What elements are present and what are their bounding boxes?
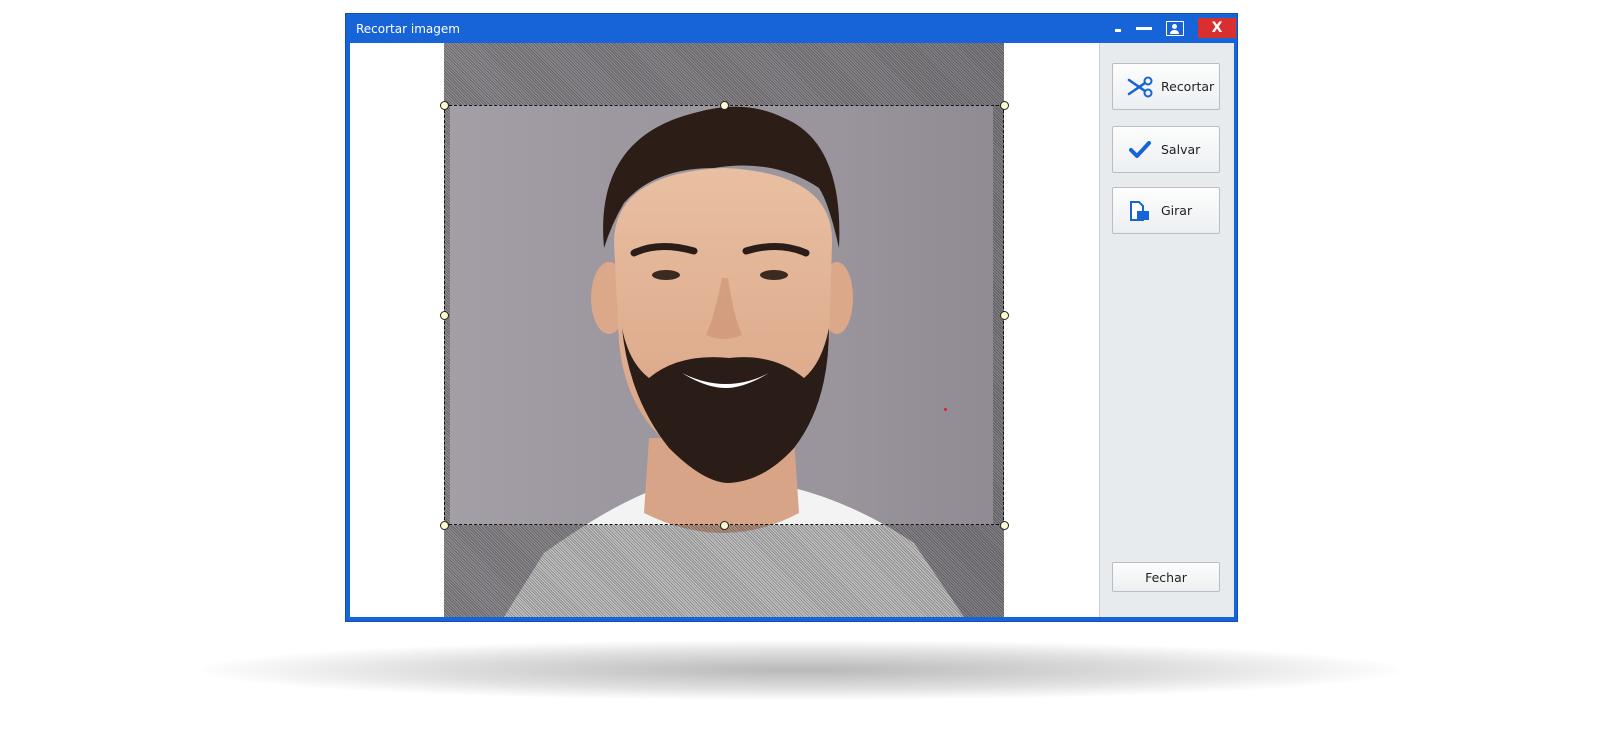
crop-overlay-top [444,43,1004,105]
crop-handle-top-left[interactable] [440,101,449,110]
image-canvas[interactable] [350,43,1099,617]
crop-selection[interactable] [444,105,1004,525]
rotate-icon [1127,198,1153,224]
action-sidebar: Recortar Salvar Girar Fechar [1099,43,1234,617]
user-card-icon[interactable] [1164,18,1186,38]
crop-handle-top-right[interactable] [1000,101,1009,110]
title-bar[interactable]: Recortar imagem X [346,14,1237,43]
girar-button[interactable]: Girar [1112,187,1220,234]
crop-handle-top[interactable] [720,101,729,110]
crop-handle-left[interactable] [440,311,449,320]
crop-handle-bottom-right[interactable] [1000,521,1009,530]
salvar-button[interactable]: Salvar [1112,126,1220,173]
window-shadow [200,640,1400,700]
crop-image-window: Recortar imagem X Recortar Salvar Girar … [346,14,1237,621]
fechar-label: Fechar [1145,569,1187,585]
check-icon [1127,137,1153,163]
crop-handle-bottom[interactable] [720,521,729,530]
crop-overlay-bottom [444,525,1004,617]
close-button[interactable]: X [1198,18,1236,38]
crop-handle-right[interactable] [1000,311,1009,320]
crop-handle-bottom-left[interactable] [440,521,449,530]
scissors-icon [1127,74,1153,100]
girar-label: Girar [1161,203,1193,218]
recortar-button[interactable]: Recortar [1112,63,1220,110]
minimize-icon[interactable] [1132,18,1156,38]
window-title: Recortar imagem [356,22,460,36]
fechar-button[interactable]: Fechar [1112,562,1220,592]
salvar-label: Salvar [1161,142,1201,157]
recortar-label: Recortar [1161,79,1215,94]
minimize-small-icon[interactable] [1112,18,1124,38]
